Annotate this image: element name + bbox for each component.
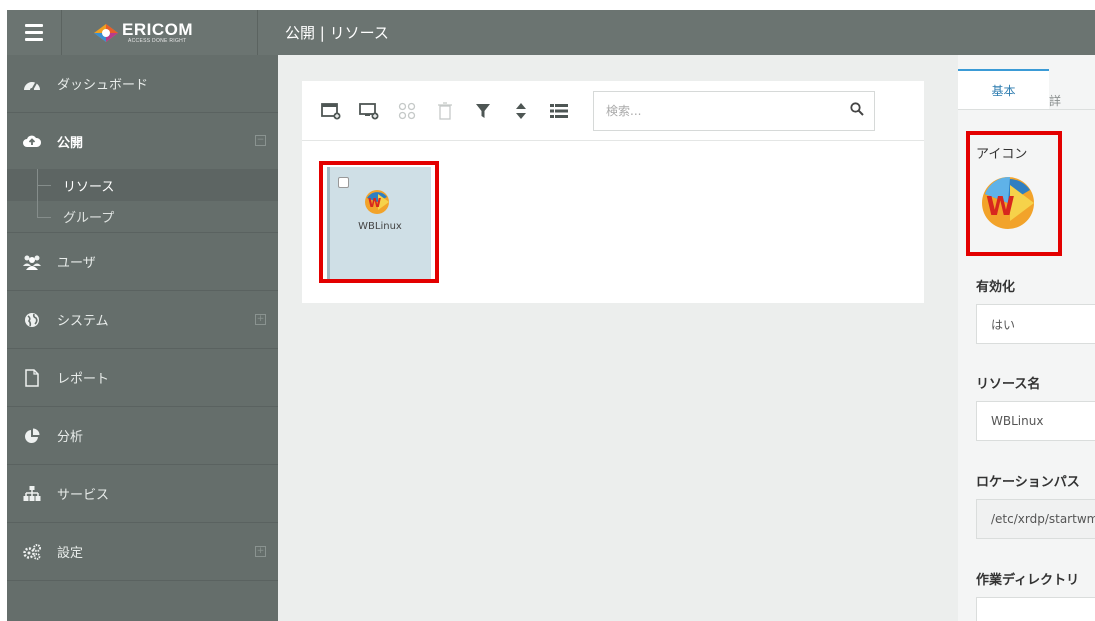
tab-details[interactable]: 詳 (1049, 92, 1061, 109)
resource-name-field[interactable]: WBLinux (976, 401, 1095, 441)
sidebar-subitem-resources[interactable]: リソース (7, 169, 278, 201)
users-icon (7, 254, 57, 270)
search-icon[interactable] (850, 101, 864, 120)
filter-icon[interactable] (471, 99, 495, 123)
collapse-icon[interactable]: − (255, 135, 266, 146)
enabled-select[interactable]: はい (976, 304, 1095, 344)
sort-icon[interactable] (509, 99, 533, 123)
sidebar: ダッシュボード 公開 − リソース グループ ユーザ システム + レポート 分… (7, 55, 278, 621)
sidebar-item-users[interactable]: ユーザ (7, 233, 278, 291)
wblinux-app-icon: W (365, 190, 389, 214)
sidebar-item-dashboard[interactable]: ダッシュボード (7, 55, 278, 113)
sidebar-item-publish[interactable]: 公開 − (7, 113, 278, 169)
brand-name: ERICOM (122, 20, 193, 39)
list-view-icon[interactable] (547, 99, 571, 123)
sidebar-item-services[interactable]: サービス (7, 465, 278, 523)
resource-name-label: リソース名 (976, 377, 1041, 392)
properties-panel: 基本 詳 アイコン W 有効化 はい リソース名 WBLinux ロケーションパ… (958, 55, 1095, 621)
grid-view-icon[interactable] (395, 99, 419, 123)
new-app-window-icon[interactable] (319, 99, 343, 123)
resources-toolbar (302, 81, 924, 141)
tree-branch (37, 185, 51, 186)
main-content: W WBLinux (278, 55, 958, 621)
sidebar-subitem-groups[interactable]: グループ (7, 201, 278, 233)
sidebar-item-label: レポート (57, 372, 110, 387)
top-bar: ERICOM ACCESS DONE RIGHT 公開 | リソース (7, 10, 1095, 55)
brand-text: ERICOM ACCESS DONE RIGHT (122, 21, 193, 44)
sidebar-item-label: ダッシュボード (57, 78, 149, 93)
svg-text:W: W (368, 196, 381, 210)
tab-basic[interactable]: 基本 (958, 69, 1049, 109)
sidebar-item-analytics[interactable]: 分析 (7, 407, 278, 465)
sidebar-subitem-label: グループ (63, 211, 115, 226)
resource-tile-highlight: W WBLinux (319, 161, 439, 283)
hamburger-line (25, 38, 43, 41)
sidebar-item-label: 公開 (57, 135, 84, 151)
hamburger-line (25, 24, 43, 27)
sidebar-item-label: 設定 (57, 546, 84, 561)
tree-branch (37, 217, 51, 218)
gears-icon (7, 543, 57, 560)
properties-tabs: 基本 詳 (958, 55, 1095, 110)
sidebar-item-settings[interactable]: 設定 + (7, 523, 278, 581)
wblinux-app-icon[interactable]: W (980, 175, 1036, 231)
sidebar-item-label: システム (57, 314, 109, 329)
icon-field-highlight: アイコン W (966, 131, 1062, 256)
brand-logo[interactable]: ERICOM ACCESS DONE RIGHT (62, 10, 258, 55)
sidebar-item-system[interactable]: システム + (7, 291, 278, 349)
resource-name: WBLinux (358, 221, 402, 232)
pie-chart-icon (7, 428, 57, 444)
page-title: 公開 | リソース (285, 24, 389, 42)
enabled-label: 有効化 (976, 280, 1016, 295)
cloud-upload-icon (7, 134, 57, 148)
app-root: ERICOM ACCESS DONE RIGHT 公開 | リソース ダッシュボ… (0, 0, 1095, 621)
sidebar-subitem-label: リソース (63, 179, 115, 195)
dashboard-icon (7, 77, 57, 91)
location-path-label: ロケーションパス (976, 475, 1080, 490)
resources-panel: W WBLinux (302, 81, 924, 303)
expand-icon[interactable]: + (255, 313, 266, 325)
sidebar-item-label: ユーザ (57, 256, 96, 271)
working-directory-label: 作業ディレクトリ (976, 573, 1080, 588)
sidebar-item-label: 分析 (57, 430, 84, 445)
trash-icon[interactable] (433, 99, 457, 123)
resource-tile[interactable]: W WBLinux (327, 167, 431, 279)
sidebar-item-label: サービス (57, 488, 110, 503)
document-icon (7, 368, 57, 387)
svg-text:W: W (986, 192, 1015, 222)
tree-line (37, 201, 38, 217)
menu-toggle-button[interactable] (7, 10, 62, 55)
working-directory-field[interactable] (976, 597, 1095, 621)
hamburger-line (25, 31, 43, 34)
icon-field-label: アイコン (976, 147, 1028, 162)
expand-icon[interactable]: + (255, 545, 266, 557)
sitemap-icon (7, 485, 57, 502)
sidebar-item-reports[interactable]: レポート (7, 349, 278, 407)
resource-checkbox[interactable] (338, 177, 349, 188)
brand-tagline: ACCESS DONE RIGHT (128, 38, 187, 44)
ericom-logo-icon (94, 23, 118, 42)
location-path-field[interactable]: /etc/xrdp/startwm.sh (976, 499, 1095, 539)
globe-icon (7, 312, 57, 328)
search-input[interactable] (606, 103, 850, 118)
new-desktop-icon[interactable] (357, 99, 381, 123)
search-box (593, 90, 875, 131)
